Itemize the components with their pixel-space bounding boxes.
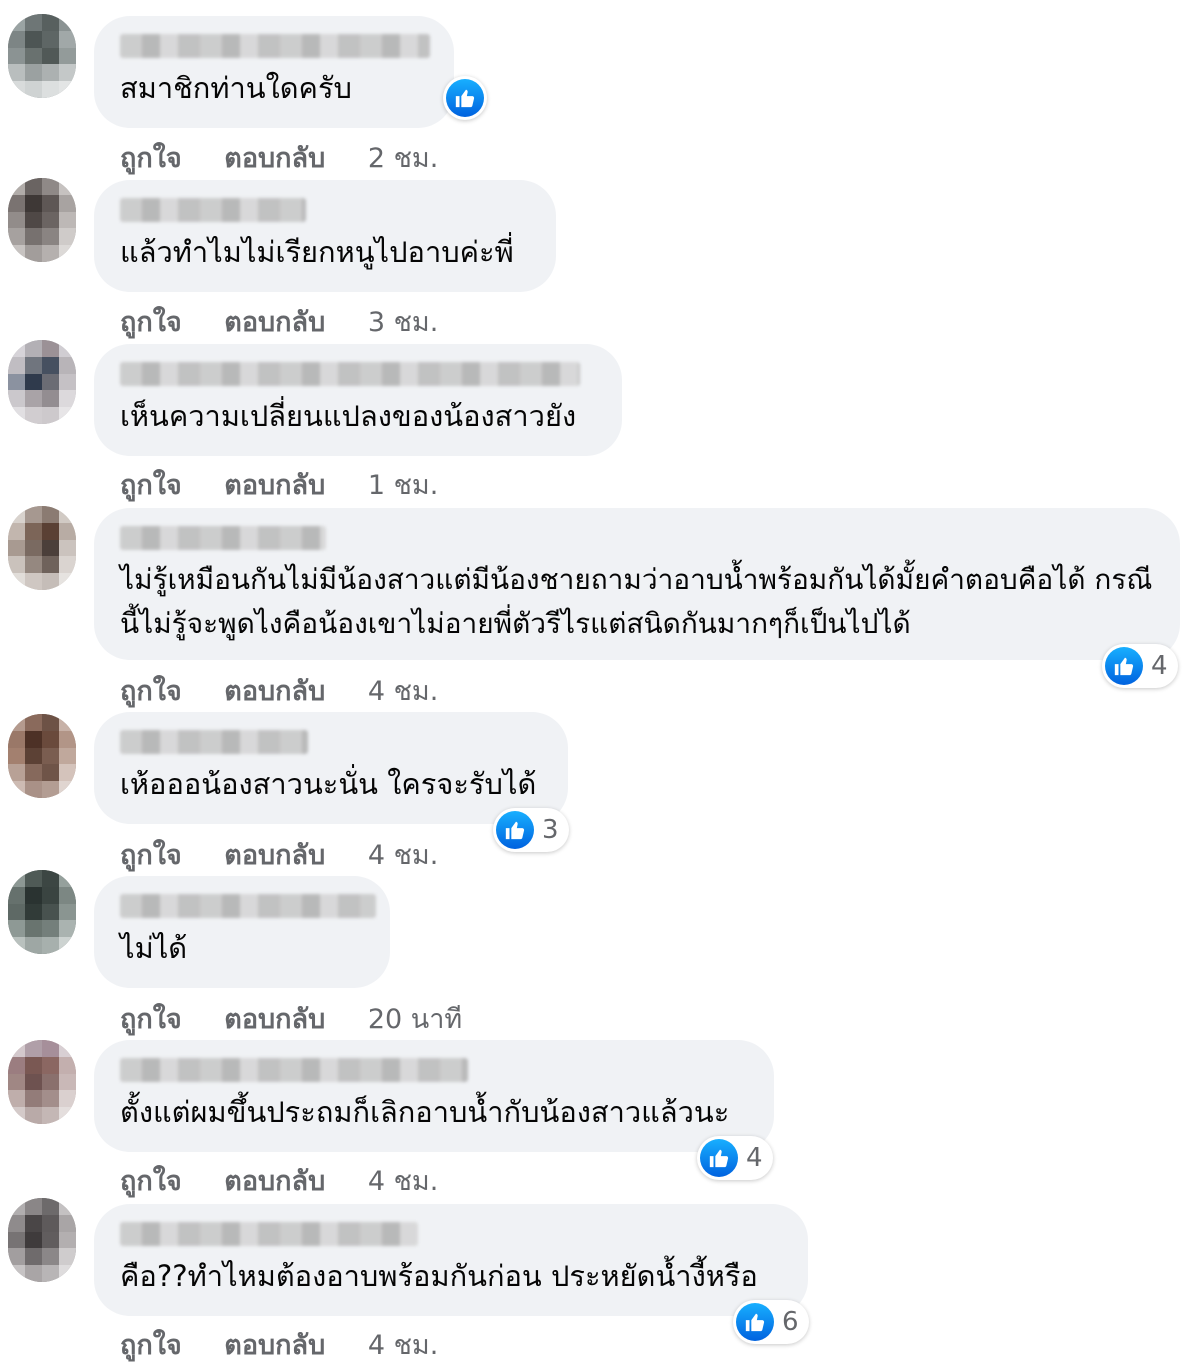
- comment-text: เห็นความเปลี่ยนแปลงของน้องสาวยัง: [120, 399, 577, 433]
- author-name-blurred[interactable]: [120, 362, 580, 386]
- reply-link[interactable]: ตอบกลับ: [224, 1323, 325, 1366]
- like-link[interactable]: ถูกใจ: [120, 997, 182, 1040]
- like-link[interactable]: ถูกใจ: [120, 463, 182, 506]
- comment-bubble: ไม่ได้: [94, 876, 390, 988]
- comment-text: ตั้งแต่ผมขึ้นประถมก็เลิกอาบน้ำกับน้องสาว…: [120, 1095, 730, 1129]
- reaction-count: 4: [1151, 651, 1168, 681]
- like-link[interactable]: ถูกใจ: [120, 136, 182, 179]
- comment-actions: ถูกใจ ตอบกลับ 4 ชม.: [120, 1159, 438, 1202]
- thumbs-up-icon: [736, 1303, 774, 1341]
- author-name-blurred[interactable]: [120, 198, 306, 222]
- reply-link[interactable]: ตอบกลับ: [224, 300, 325, 343]
- comment-text: ไม่ได้: [120, 931, 188, 965]
- reply-link[interactable]: ตอบกลับ: [224, 669, 325, 712]
- comment-bubble: เห้อออน้องสาวนะนั่น ใครจะรับได้: [94, 712, 568, 824]
- avatar[interactable]: [8, 714, 76, 798]
- comment-actions: ถูกใจ ตอบกลับ 4 ชม.: [120, 833, 438, 876]
- avatar[interactable]: [8, 870, 76, 954]
- author-name-blurred[interactable]: [120, 34, 430, 58]
- reaction-badge[interactable]: [443, 76, 487, 120]
- reaction-badge[interactable]: 3: [493, 808, 569, 852]
- author-name-blurred[interactable]: [120, 526, 326, 550]
- reply-link[interactable]: ตอบกลับ: [224, 136, 325, 179]
- avatar[interactable]: [8, 1040, 76, 1124]
- author-name-blurred[interactable]: [120, 730, 308, 754]
- reaction-badge[interactable]: 4: [1102, 644, 1178, 688]
- comment-bubble: ตั้งแต่ผมขึ้นประถมก็เลิกอาบน้ำกับน้องสาว…: [94, 1040, 774, 1152]
- like-link[interactable]: ถูกใจ: [120, 833, 182, 876]
- comment-actions: ถูกใจ ตอบกลับ 3 ชม.: [120, 300, 438, 343]
- timestamp[interactable]: 4 ชม.: [368, 669, 438, 712]
- comment-bubble: แล้วทำไมไม่เรียกหนูไปอาบค่ะพี่: [94, 180, 556, 292]
- like-link[interactable]: ถูกใจ: [120, 669, 182, 712]
- reaction-badge[interactable]: 6: [733, 1300, 809, 1344]
- timestamp[interactable]: 1 ชม.: [368, 463, 438, 506]
- reply-link[interactable]: ตอบกลับ: [224, 463, 325, 506]
- reply-link[interactable]: ตอบกลับ: [224, 1159, 325, 1202]
- comment-actions: ถูกใจ ตอบกลับ 2 ชม.: [120, 136, 438, 179]
- timestamp[interactable]: 20 นาที: [368, 997, 462, 1040]
- author-name-blurred[interactable]: [120, 1222, 418, 1246]
- timestamp[interactable]: 2 ชม.: [368, 136, 438, 179]
- thumbs-up-icon: [496, 811, 534, 849]
- like-link[interactable]: ถูกใจ: [120, 1323, 182, 1366]
- comment-text: เห้อออน้องสาวนะนั่น ใครจะรับได้: [120, 767, 537, 801]
- thumbs-up-icon: [700, 1139, 738, 1177]
- comment-text: สมาชิกท่านใดครับ: [120, 71, 352, 105]
- comment-bubble: เห็นความเปลี่ยนแปลงของน้องสาวยัง: [94, 344, 622, 456]
- like-link[interactable]: ถูกใจ: [120, 1159, 182, 1202]
- reaction-count: 3: [542, 815, 559, 845]
- timestamp[interactable]: 4 ชม.: [368, 1159, 438, 1202]
- comment-text: แล้วทำไมไม่เรียกหนูไปอาบค่ะพี่: [120, 235, 514, 269]
- timestamp[interactable]: 3 ชม.: [368, 300, 438, 343]
- comment-actions: ถูกใจ ตอบกลับ 4 ชม.: [120, 1323, 438, 1366]
- comment-actions: ถูกใจ ตอบกลับ 4 ชม.: [120, 669, 438, 712]
- comment-bubble: สมาชิกท่านใดครับ: [94, 16, 454, 128]
- reaction-badge[interactable]: 4: [697, 1136, 773, 1180]
- timestamp[interactable]: 4 ชม.: [368, 1323, 438, 1366]
- author-name-blurred[interactable]: [120, 1058, 468, 1082]
- reply-link[interactable]: ตอบกลับ: [224, 833, 325, 876]
- avatar[interactable]: [8, 14, 76, 98]
- comment-bubble: คือ??ทำไหมต้องอาบพร้อมกันก่อน ประหยัดน้ำ…: [94, 1204, 808, 1316]
- reaction-count: 4: [746, 1143, 763, 1173]
- avatar[interactable]: [8, 506, 76, 590]
- avatar[interactable]: [8, 178, 76, 262]
- timestamp[interactable]: 4 ชม.: [368, 833, 438, 876]
- thumbs-up-icon: [1105, 647, 1143, 685]
- comment-bubble: ไม่รู้เหมือนกันไม่มีน้องสาวแต่มีน้องชายถ…: [94, 508, 1180, 660]
- reaction-count: 6: [782, 1307, 799, 1337]
- like-link[interactable]: ถูกใจ: [120, 300, 182, 343]
- thumbs-up-icon: [446, 79, 484, 117]
- comment-actions: ถูกใจ ตอบกลับ 20 นาที: [120, 997, 462, 1040]
- comment-text: คือ??ทำไหมต้องอาบพร้อมกันก่อน ประหยัดน้ำ…: [120, 1259, 758, 1293]
- avatar[interactable]: [8, 340, 76, 424]
- comment-text: ไม่รู้เหมือนกันไม่มีน้องสาวแต่มีน้องชายถ…: [120, 563, 1153, 640]
- comment-actions: ถูกใจ ตอบกลับ 1 ชม.: [120, 463, 438, 506]
- avatar[interactable]: [8, 1198, 76, 1282]
- reply-link[interactable]: ตอบกลับ: [224, 997, 325, 1040]
- author-name-blurred[interactable]: [120, 894, 376, 918]
